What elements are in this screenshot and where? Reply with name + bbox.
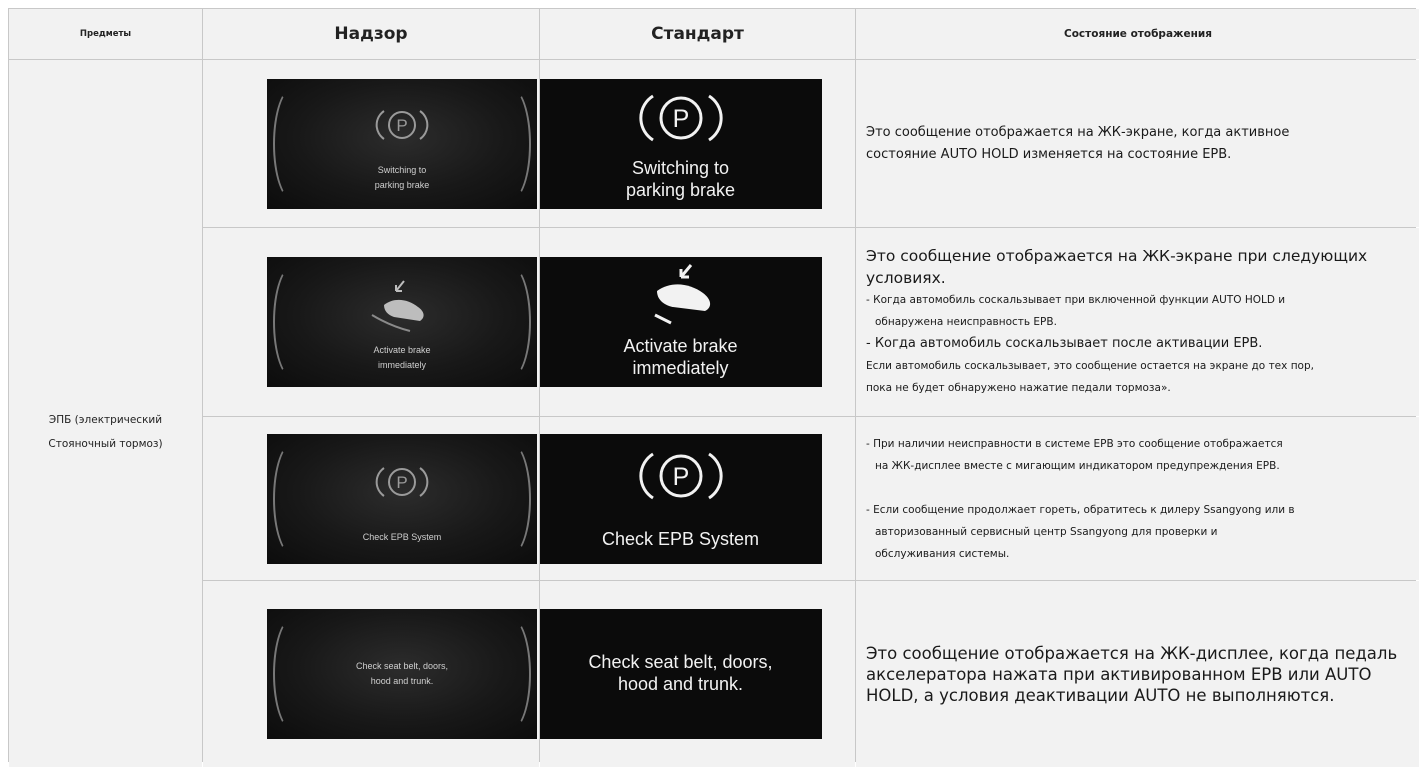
header-standard: Стандарт	[540, 9, 855, 59]
parking-brake-icon: P	[638, 452, 723, 499]
row3-desc-bullet2-a: - Если сообщение продолжает гореть, обра…	[866, 503, 1295, 516]
row2-desc-bullet1-a: - Когда автомобиль соскальзывает при вкл…	[866, 294, 1286, 306]
header-items: Предметы	[9, 9, 202, 59]
row4-supervision-cell: Check seat belt, doors, hood and trunk.	[203, 581, 539, 767]
svg-text:P: P	[672, 105, 689, 133]
epb-message-table: Предметы Надзор Стандарт Состояние отобр…	[8, 8, 1419, 767]
row3-desc-bullet2-c: обслуживания системы.	[875, 547, 1010, 560]
row1-supervision-screen: P Switching to parking brake	[267, 78, 537, 209]
row3-supervision-caption: Check EPB System	[362, 531, 442, 542]
brake-pedal-icon	[653, 264, 710, 325]
row1-standard-screen: P Switching to parking brake	[540, 78, 822, 209]
row2-description: Это сообщение отображается на ЖК-экране …	[856, 228, 1419, 416]
row4-standard-cell: Check seat belt, doors, hood and trunk.	[540, 581, 855, 767]
row1-supervision-cell: P Switching to parking brake	[203, 60, 539, 227]
row3-standard-screen: P Check EPB System	[540, 433, 822, 564]
row2-standard-screen: Activate brake immediately	[540, 257, 822, 387]
row4-supervision-caption: Check seat belt, doors, hood and trunk.	[355, 661, 449, 686]
row2-desc-heading: Это сообщение отображается на ЖК-экране …	[866, 247, 1368, 287]
row3-description: - При наличии неисправности в системе EP…	[856, 417, 1419, 580]
header-display-state-label: Состояние отображения	[1064, 28, 1212, 40]
row3-standard-caption: Check EPB System	[601, 528, 760, 549]
item-name-line2: Стояночный тормоз)	[48, 437, 163, 450]
row1-supervision-caption: Switching to parking brake	[374, 164, 430, 190]
row2-desc-bullet2: - Когда автомобиль соскальзывает после а…	[866, 336, 1263, 351]
row2-desc-bullet1-b: обнаружена неисправность EPB.	[875, 316, 1057, 328]
row3-desc-bullet1-a: - При наличии неисправности в системе EP…	[866, 437, 1283, 450]
row3-supervision-screen: P Check EPB System	[267, 433, 537, 564]
row4-standard-caption: Check seat belt, doors, hood and trunk.	[588, 652, 773, 694]
row3-desc-bullet1-b: на ЖК-дисплее вместе с мигающим индикато…	[875, 459, 1280, 472]
svg-text:P: P	[672, 463, 689, 491]
header-supervision-label: Надзор	[334, 24, 408, 44]
row3-supervision-cell: P Check EPB System	[203, 417, 539, 580]
header-items-label: Предметы	[79, 29, 132, 39]
row4-standard-screen: Check seat belt, doors, hood and trunk.	[540, 609, 822, 739]
row1-desc-line2: состояние AUTO HOLD изменяется на состоя…	[866, 146, 1232, 162]
row2-desc-note-a: Если автомобиль соскальзывает, это сообщ…	[866, 360, 1314, 372]
row1-description: Это сообщение отображается на ЖК-экране,…	[856, 60, 1419, 227]
parking-brake-icon: P	[375, 109, 429, 140]
svg-text:P: P	[396, 116, 407, 135]
header-display-state: Состояние отображения	[856, 9, 1419, 59]
row2-supervision-cell: Activate brake immediately	[203, 228, 539, 416]
row2-standard-caption: Activate brake immediately	[623, 336, 738, 378]
row4-description: Это сообщение отображается на ЖК-дисплее…	[856, 581, 1419, 767]
row1-desc-line1: Это сообщение отображается на ЖК-экране,…	[866, 124, 1290, 140]
item-cell: ЭПБ (электрический Стояночный тормоз)	[9, 60, 202, 767]
row1-standard-caption: Switching to parking brake	[625, 157, 736, 200]
row3-standard-cell: P Check EPB System	[540, 417, 855, 580]
item-name: ЭПБ (электрический Стояночный тормоз)	[48, 408, 162, 456]
row2-supervision-caption: Activate brake immediately	[373, 345, 431, 370]
item-name-line1: ЭПБ (электрический	[48, 413, 163, 426]
row4-desc: Это сообщение отображается на ЖК-дисплее…	[866, 643, 1398, 705]
row2-desc-note-b: пока не будет обнаружено нажатие педали …	[866, 382, 1171, 394]
row4-supervision-screen: Check seat belt, doors, hood and trunk.	[267, 609, 537, 739]
row2-standard-cell: Activate brake immediately	[540, 228, 855, 416]
svg-text:P: P	[396, 473, 407, 492]
row1-standard-cell: P Switching to parking brake	[540, 60, 855, 227]
brake-pedal-icon	[371, 280, 424, 332]
row3-desc-spacer	[866, 477, 1414, 499]
parking-brake-icon: P	[638, 94, 723, 141]
row2-supervision-screen: Activate brake immediately	[267, 257, 537, 387]
header-supervision: Надзор	[203, 9, 539, 59]
row3-desc-bullet2-b: авторизованный сервисный центр Ssangyong…	[875, 525, 1218, 538]
parking-brake-icon: P	[375, 466, 429, 497]
header-standard-label: Стандарт	[651, 24, 744, 44]
